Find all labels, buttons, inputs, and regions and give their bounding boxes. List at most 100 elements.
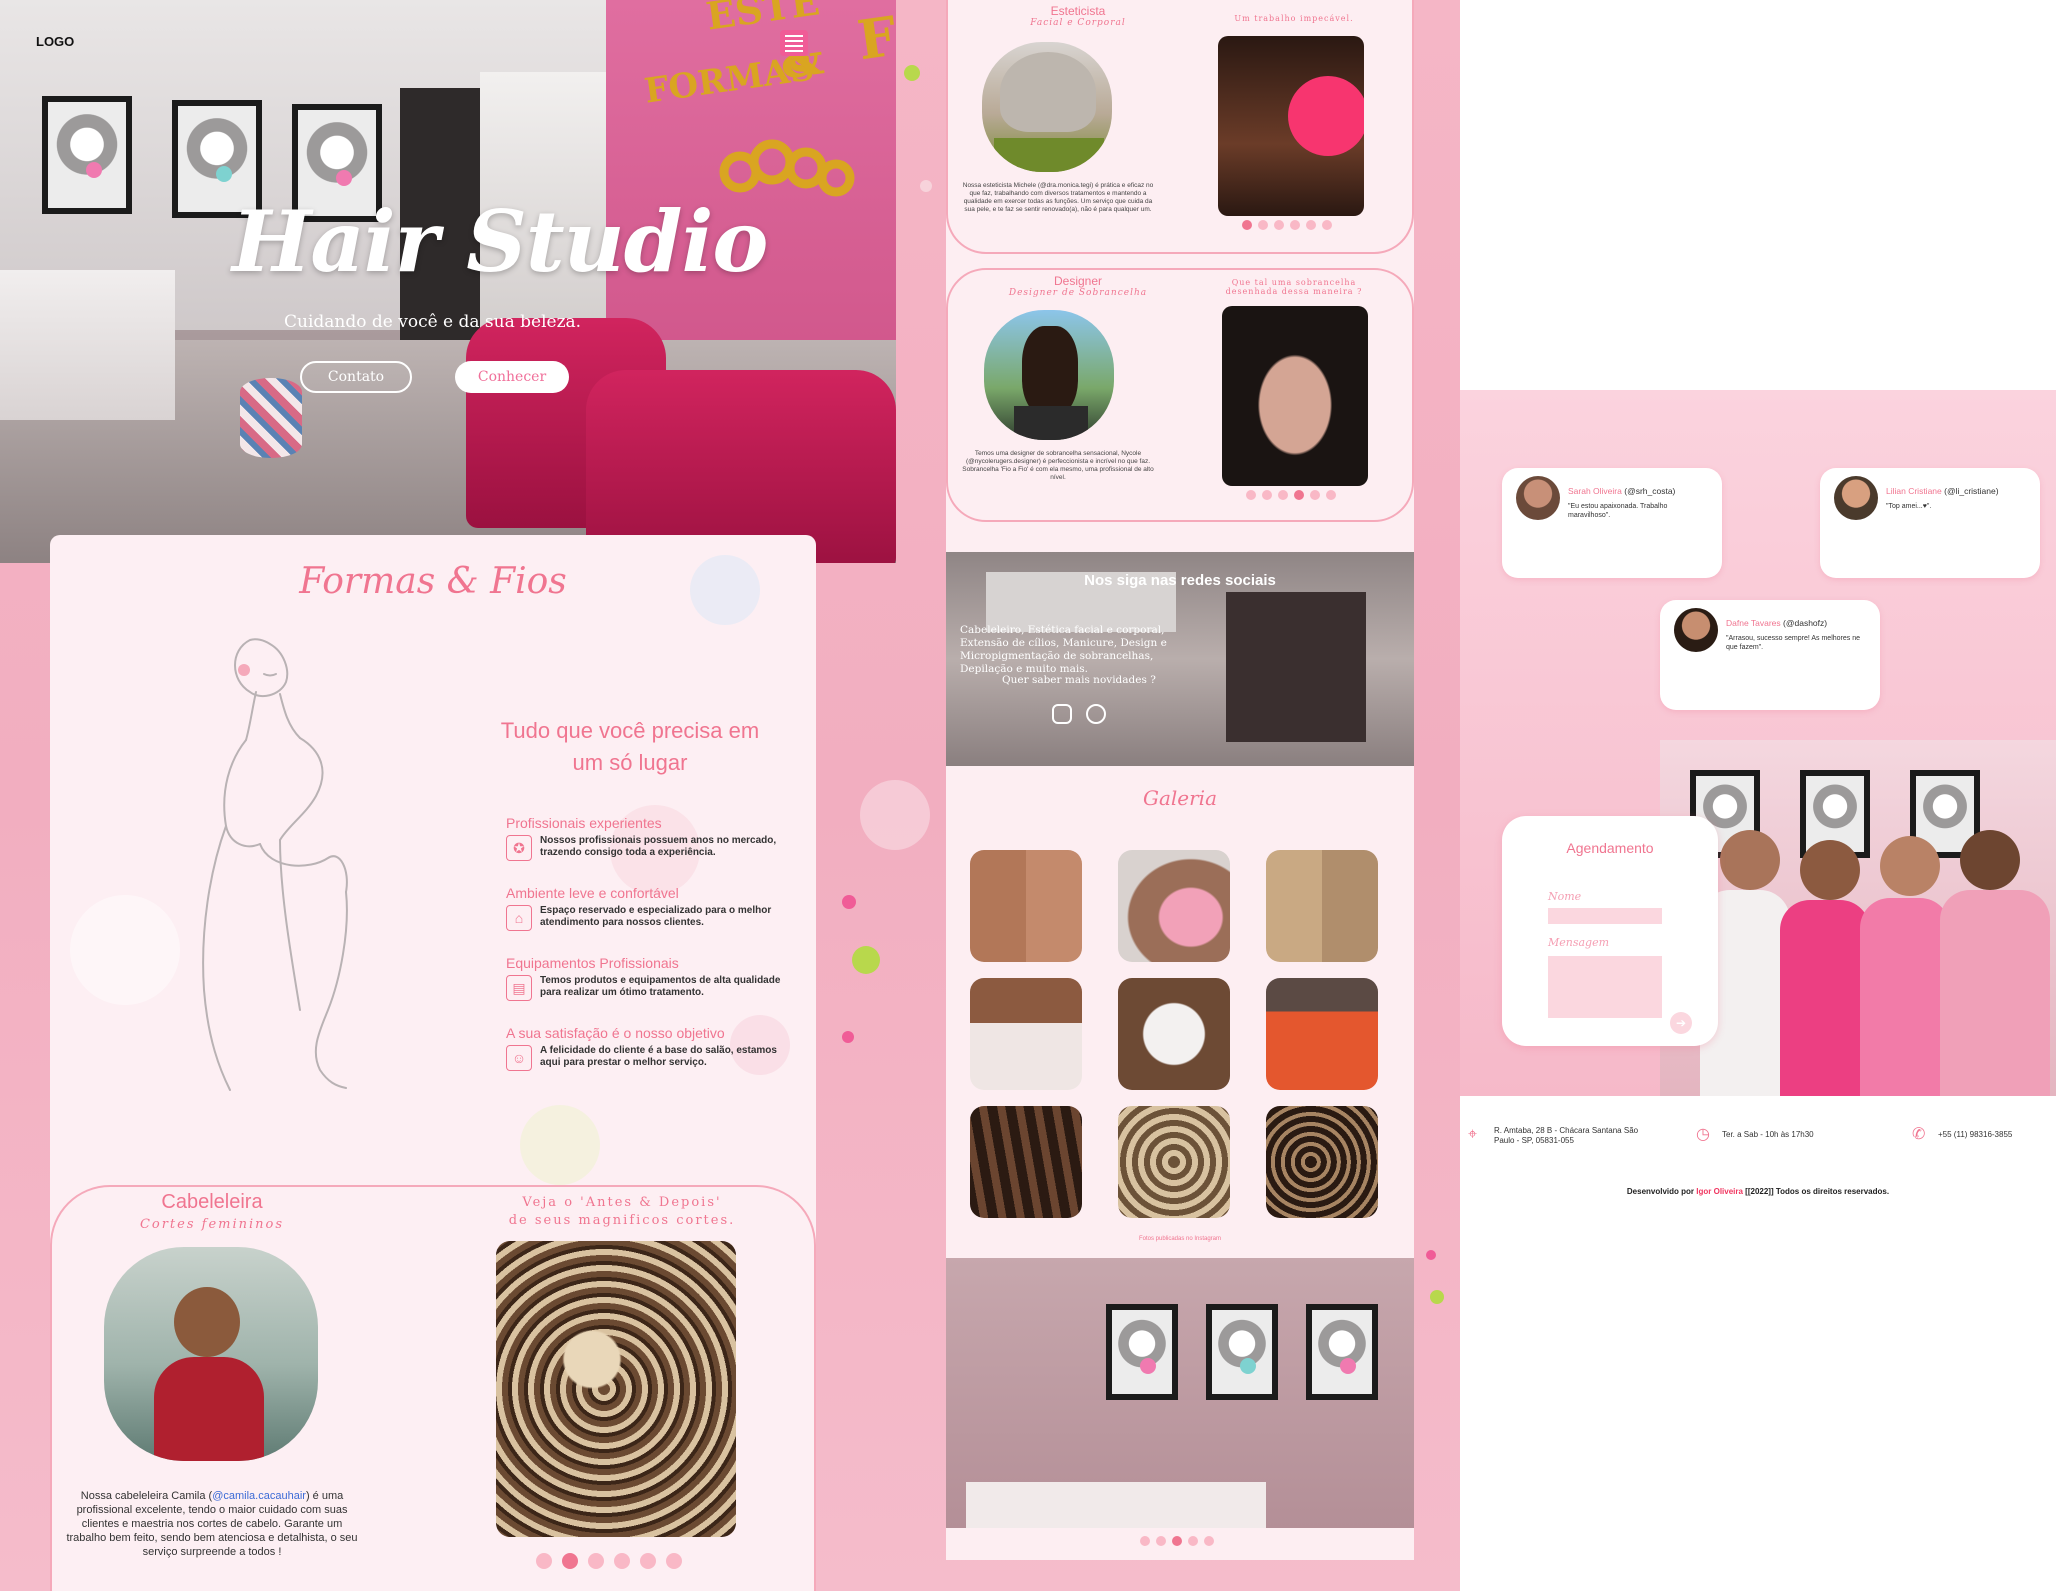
products-icon: ▤: [506, 975, 532, 1001]
feature-title: Profissionais experientes: [506, 815, 662, 831]
feature-desc: Espaço reservado e especializado para o …: [540, 905, 772, 928]
bubble-decoration: [842, 895, 856, 909]
gallery-footer[interactable]: Fotos publicadas no Instagram: [946, 1236, 1414, 1242]
carousel-dots[interactable]: [1246, 490, 1336, 500]
instagram-icon[interactable]: [1052, 704, 1072, 724]
avatar: [1516, 476, 1560, 520]
gallery-image[interactable]: [1266, 850, 1378, 962]
client-icon: ☺: [506, 1045, 532, 1071]
name-input[interactable]: [1548, 908, 1662, 924]
whatsapp-icon[interactable]: [1086, 704, 1106, 724]
designer-subtitle: Designer de Sobrancelha: [1008, 288, 1148, 298]
bubble-decoration: [860, 780, 930, 850]
developer-link[interactable]: Igor Oliveira: [1696, 1187, 1743, 1196]
store-icon: ⌂: [506, 905, 532, 931]
esthetician-title: Esteticista: [1050, 4, 1106, 18]
testimonial-card: Lilian Cristiane (@li_cristiane) "Top am…: [1820, 468, 2040, 578]
brand-name: Formas & Fios: [299, 561, 567, 602]
testimonial-quote: "Eu estou apaixonada. Trabalho maravilho…: [1568, 503, 1668, 519]
award-icon: ✪: [506, 835, 532, 861]
designer-card: Designer Designer de Sobrancelha Temos u…: [946, 268, 1414, 522]
social-icons: [1052, 704, 1106, 724]
hairdresser-instagram-link[interactable]: @camila.cacauhair: [212, 1490, 306, 1502]
credits: Desenvolvido por Igor Oliveira [[2022]] …: [1626, 1187, 1890, 1196]
testimonial-author: Sarah Oliveira (@srh_costa): [1568, 486, 1676, 496]
designer-caption: Que tal uma sobrancelha desenhada dessa …: [1225, 278, 1363, 296]
address-text: R. Amtaba, 28 B - Chácara Santana São Pa…: [1494, 1126, 1639, 1145]
feature-item: Profissionais experientes ✪ Nossos profi…: [506, 815, 796, 861]
testimonial-quote: "Arrasou, sucesso sempre! As melhores ne…: [1726, 635, 1860, 651]
gallery-image[interactable]: [1118, 1106, 1230, 1218]
message-label: Mensagem: [1548, 936, 1610, 949]
gallery-image[interactable]: [1266, 978, 1378, 1090]
hairdresser-title: Cabeleleira: [161, 1191, 263, 1213]
phone-icon: ✆: [1912, 1126, 1926, 1143]
before-after-caption: Veja o 'Antes & Depois': [522, 1195, 722, 1210]
testimonial-card: Sarah Oliveira (@srh_costa) "Eu estou ap…: [1502, 468, 1722, 578]
hamburger-menu-icon[interactable]: [780, 30, 808, 56]
address-info: ⌖ R. Amtaba, 28 B - Chácara Santana São …: [1468, 1126, 1644, 1146]
bubble-decoration: [852, 946, 880, 974]
before-after-caption: de seus magnificos cortes.: [508, 1213, 736, 1228]
social-description: Cabeleleiro, Estética facial e corporal,…: [960, 624, 1167, 675]
contact-button[interactable]: Contato: [300, 361, 412, 393]
about-section: Formas & Fios Tudo que você precisa em u…: [50, 535, 816, 1591]
feature-desc: A felicidade do cliente é a base do salã…: [540, 1045, 777, 1068]
carousel-dots[interactable]: [1140, 1536, 1214, 1546]
bubble-decoration: [904, 65, 920, 81]
gallery-title: Galeria: [1142, 786, 1217, 810]
designer-title: Designer: [1053, 274, 1103, 288]
feature-desc: Temos produtos e equipamentos de alta qu…: [540, 975, 781, 998]
booking-form: Agendamento Nome Mensagem ➔: [1502, 816, 1718, 1046]
designer-description: Temos uma designer de sobrancelha sensac…: [962, 450, 1154, 481]
feature-title: Equipamentos Profissionais: [506, 955, 679, 971]
gallery-image[interactable]: [970, 978, 1082, 1090]
arrow-right-icon[interactable]: ➔: [1670, 1012, 1692, 1034]
wall-portrait: [1206, 1304, 1278, 1400]
services-column: Esteticista Facial e Corporal Nossa este…: [946, 0, 1414, 1560]
salon-interior-photo: [946, 1258, 1414, 1528]
esthetician-subtitle: Facial e Corporal: [1030, 18, 1126, 28]
bubble-decoration: [920, 180, 932, 192]
carousel-dots[interactable]: [1242, 220, 1332, 230]
hours-text: Ter. a Sab - 10h às 17h30: [1722, 1130, 1814, 1139]
esthetician-caption: Um trabalho impecável.: [1234, 14, 1354, 23]
social-section: Nos siga nas redes sociais Cabeleleiro, …: [946, 552, 1414, 766]
about-heading: Tudo que você precisa em um só lugar: [500, 718, 760, 775]
bubble-decoration: [1430, 1290, 1444, 1304]
hero-section: ESTÉ FORMAS & F LOGO Hair Studio Cuidand…: [0, 0, 896, 563]
booking-title: Agendamento: [1566, 840, 1654, 856]
esthetician-card: Esteticista Facial e Corporal Nossa este…: [946, 0, 1414, 254]
phone-text[interactable]: +55 (11) 98316-3855: [1938, 1130, 2012, 1140]
gallery-image[interactable]: [1118, 850, 1230, 962]
clock-icon: ◷: [1696, 1126, 1710, 1143]
location-pin-icon: ⌖: [1468, 1126, 1478, 1143]
bubble-decoration: [1426, 1250, 1436, 1260]
wall-portrait: [1106, 1304, 1178, 1400]
hairdresser-description: Nossa cabeleleira Camila (@camila.cacauh…: [66, 1490, 358, 1558]
wall-portrait: [42, 96, 132, 214]
avatar: [1834, 476, 1878, 520]
gallery-image[interactable]: [970, 850, 1082, 962]
bubble-decoration: [842, 1031, 854, 1043]
salon-shelf: [1226, 592, 1366, 742]
gallery-image[interactable]: [1266, 1106, 1378, 1218]
esthetician-result-photo: [1218, 36, 1364, 216]
avatar: [1674, 608, 1718, 652]
logo[interactable]: LOGO: [36, 34, 74, 49]
phone-info: ✆ +55 (11) 98316-3855: [1912, 1126, 2012, 1144]
know-more-button[interactable]: Conhecer: [455, 361, 569, 393]
hairdresser-subtitle: Cortes femininos: [139, 1217, 285, 1232]
reception-counter: [0, 270, 175, 420]
hairdresser-card: Cabeleleira Cortes femininos Nossa cabel…: [50, 1185, 816, 1591]
hero-subtitle: Cuidando de você e da sua beleza.: [284, 312, 582, 332]
testimonial-card: Dafne Tavares (@dashofz) "Arrasou, suces…: [1660, 600, 1880, 710]
testimonial-author: Dafne Tavares (@dashofz): [1726, 618, 1828, 628]
social-question: Quer saber mais novidades ?: [1002, 674, 1156, 686]
message-textarea[interactable]: [1548, 956, 1662, 1018]
carousel-dots[interactable]: [536, 1553, 682, 1569]
gallery-image[interactable]: [1118, 978, 1230, 1090]
testimonial-author: Lilian Cristiane (@li_cristiane): [1886, 486, 1999, 496]
gallery-image[interactable]: [970, 1106, 1082, 1218]
wall-portrait: [1306, 1304, 1378, 1400]
